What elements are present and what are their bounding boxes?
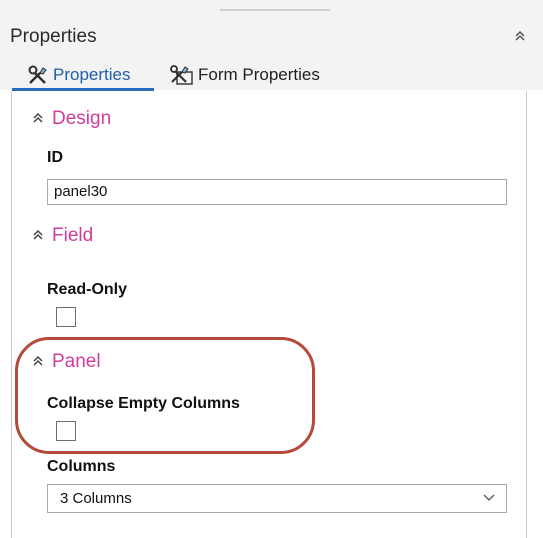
drag-grip[interactable] xyxy=(220,9,330,11)
double-chevron-up-icon xyxy=(30,354,46,371)
properties-content: Design ID panel30 Field Read-Only Panel … xyxy=(11,91,527,538)
columns-selected-value: 3 Columns xyxy=(60,490,132,507)
tab-form-properties-label: Form Properties xyxy=(198,65,320,84)
columns-label: Columns xyxy=(47,458,116,475)
tools-icon xyxy=(28,65,47,84)
tab-properties-label: Properties xyxy=(53,65,131,84)
chevron-down-icon xyxy=(483,494,495,501)
tab-bar: Properties Form Properties xyxy=(0,54,543,90)
section-panel-header[interactable]: Panel xyxy=(30,351,101,373)
columns-select[interactable]: 3 Columns xyxy=(47,484,507,513)
section-design-header[interactable]: Design xyxy=(30,108,111,130)
double-chevron-up-icon xyxy=(515,30,525,41)
section-field-header[interactable]: Field xyxy=(30,225,93,247)
collapse-panel-button[interactable] xyxy=(509,28,531,48)
panel-title: Properties xyxy=(10,26,97,47)
form-tools-icon xyxy=(170,65,193,85)
collapse-empty-columns-label: Collapse Empty Columns xyxy=(47,395,240,412)
tab-properties[interactable]: Properties xyxy=(27,60,130,90)
tab-form-properties[interactable]: Form Properties xyxy=(170,60,320,90)
double-chevron-up-icon xyxy=(30,228,46,245)
section-design-title: Design xyxy=(52,108,112,129)
section-panel-title: Panel xyxy=(52,351,101,372)
section-field-title: Field xyxy=(52,225,94,246)
read-only-label: Read-Only xyxy=(47,281,128,298)
id-field[interactable]: panel30 xyxy=(47,179,507,205)
double-chevron-up-icon xyxy=(30,111,46,128)
collapse-empty-columns-checkbox[interactable] xyxy=(56,421,76,441)
panel-header: Properties xyxy=(0,0,543,54)
read-only-checkbox[interactable] xyxy=(56,307,76,327)
id-label: ID xyxy=(47,149,63,166)
